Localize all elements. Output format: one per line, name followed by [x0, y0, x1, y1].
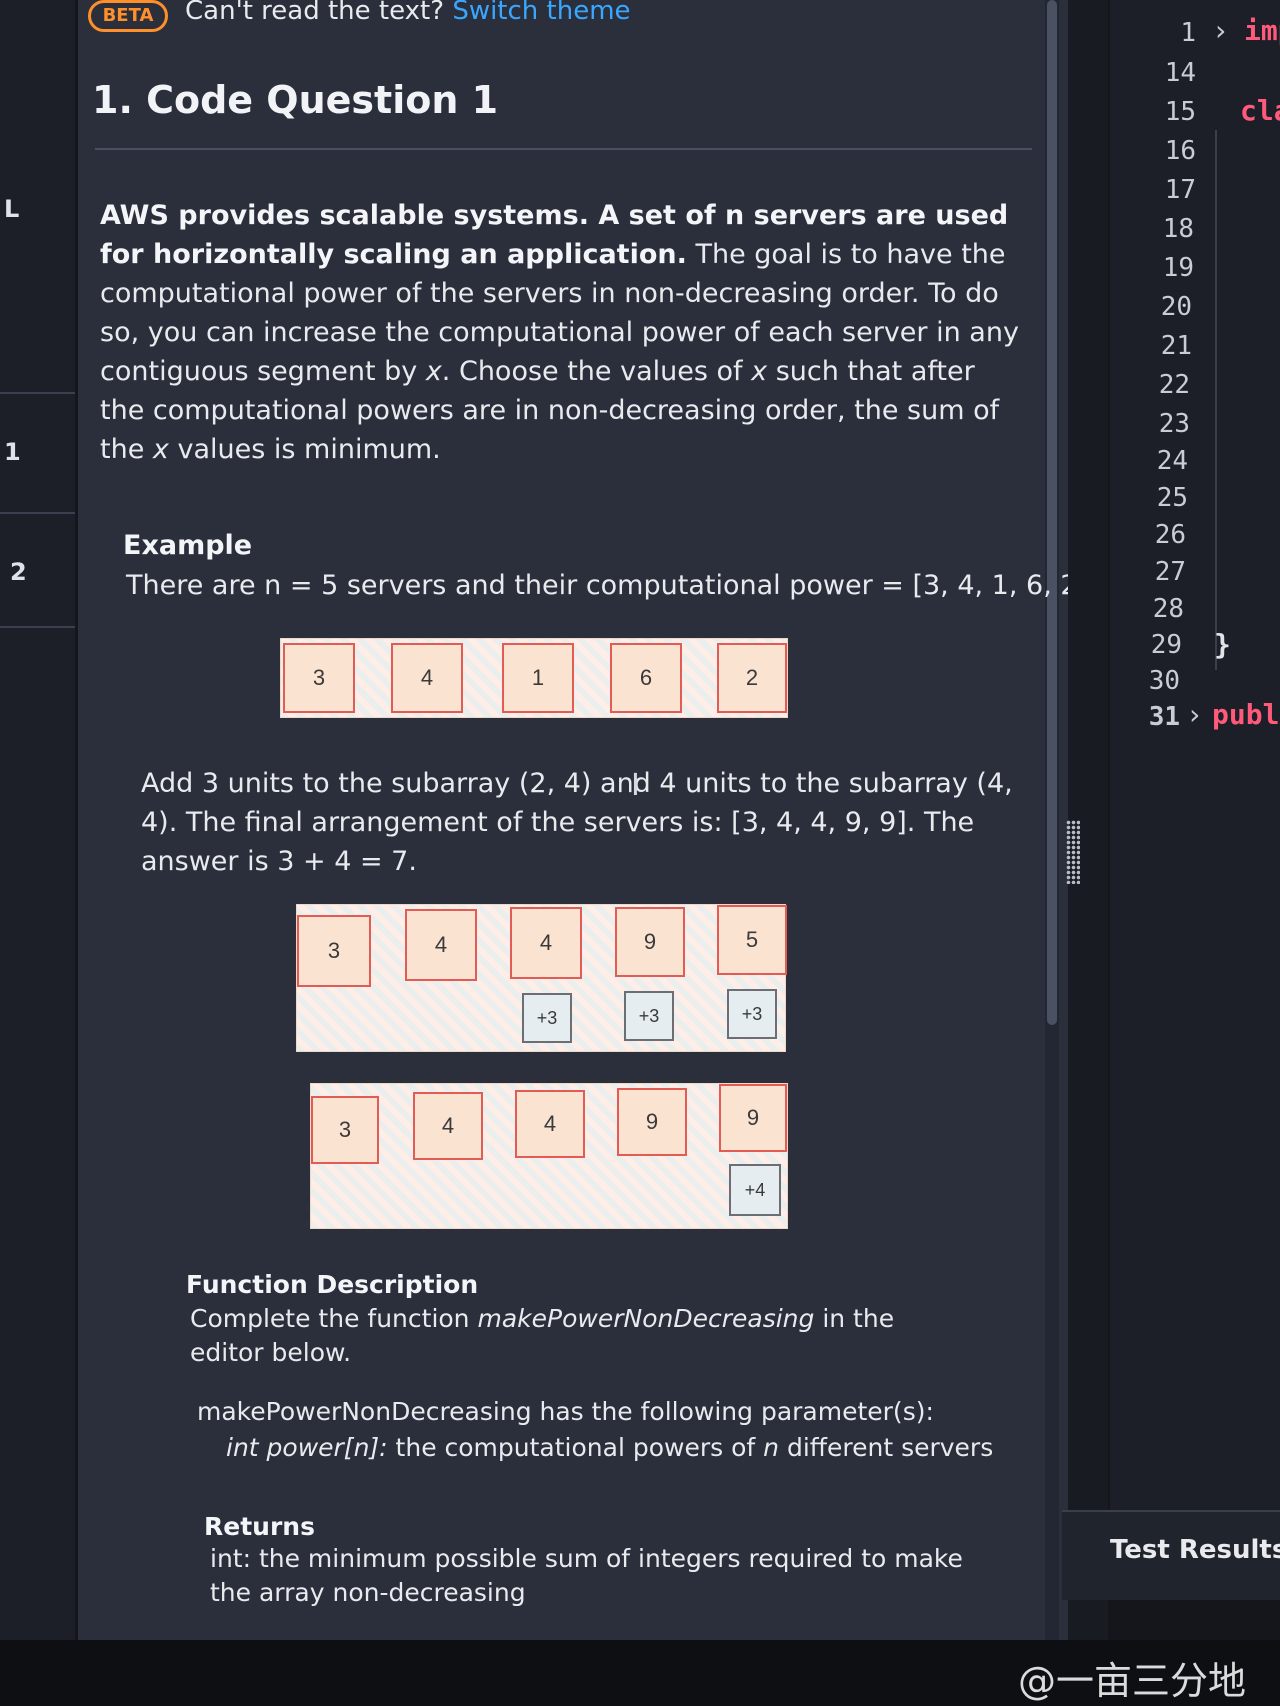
- line-number: 14: [1164, 58, 1196, 88]
- indent-guide: [1215, 130, 1217, 670]
- splitter-grip-handle[interactable]: [1066, 820, 1080, 884]
- array-cell: 4: [413, 1092, 483, 1160]
- array-cell: 4: [515, 1090, 585, 1158]
- variable-n: n: [763, 1433, 779, 1462]
- returns-text: int: the minimum possible sum of integer…: [210, 1544, 963, 1607]
- increment-cell: +4: [729, 1164, 781, 1216]
- increment-cell: +3: [727, 989, 777, 1039]
- line-number: 17: [1164, 175, 1196, 205]
- increment-cell: +3: [624, 991, 674, 1041]
- theme-banner-text: Can't read the text?: [185, 0, 445, 26]
- title-divider: [95, 148, 1032, 150]
- line-number: 24: [1156, 446, 1188, 476]
- code-token: publ: [1212, 698, 1280, 731]
- question-nav-item[interactable]: 1: [0, 438, 70, 466]
- line-number: 25: [1156, 483, 1188, 513]
- watermark: @一亩三分地: [1018, 1659, 1247, 1703]
- line-number: 31: [1148, 702, 1180, 732]
- variable-x: x: [425, 356, 442, 387]
- step2-diagram: 3 4 4 9 9 +4: [310, 1083, 788, 1229]
- question-intro: AWS provides scalable systems. A set of …: [100, 196, 1025, 469]
- example-heading: Example: [123, 530, 253, 561]
- array-cell: 3: [283, 643, 355, 713]
- question-title: 1. Code Question 1: [92, 78, 499, 122]
- array-cell: 4: [391, 643, 463, 713]
- step1-diagram: 3 4 4 9 5 +3 +3 +3: [296, 904, 787, 1052]
- line-number: 20: [1160, 292, 1192, 322]
- line-number: 30: [1148, 666, 1180, 696]
- explanation-text: Add 3 units to the subarray (2, 4) and 4…: [141, 768, 1013, 877]
- returns-heading: Returns: [204, 1512, 315, 1541]
- array-cell: 5: [717, 905, 787, 975]
- array-cell: 4: [405, 909, 477, 981]
- question-nav: L 1 2: [0, 0, 75, 1706]
- array-cell: 9: [617, 1088, 687, 1156]
- parameter-description: int power[n]: the computational powers o…: [226, 1428, 1046, 1467]
- parameters-line: makePowerNonDecreasing has the following…: [197, 1397, 934, 1426]
- array-cell: 4: [510, 907, 582, 979]
- question-nav-item[interactable]: 2: [0, 558, 70, 586]
- increment-cell: +3: [522, 993, 572, 1043]
- parameter-text: different servers: [779, 1433, 994, 1462]
- array-cell: 3: [297, 915, 371, 987]
- line-number: 27: [1154, 557, 1186, 587]
- text-cursor-icon: I: [631, 768, 640, 803]
- divider: [0, 512, 75, 514]
- code-token: }: [1214, 628, 1231, 661]
- initial-array-diagram: 3 4 1 6 2: [280, 638, 788, 718]
- problem-scrollbar-thumb[interactable]: [1047, 0, 1057, 1025]
- array-cell: 1: [502, 643, 574, 713]
- question-nav-item[interactable]: L: [0, 195, 70, 223]
- line-number: 16: [1164, 136, 1196, 166]
- function-description-text: Complete the function makePowerNonDecrea…: [190, 1302, 950, 1370]
- theme-banner: Can't read the text? Switch theme: [185, 0, 631, 26]
- line-number: 1: [1180, 18, 1196, 48]
- line-number: 19: [1162, 253, 1194, 283]
- line-number: 28: [1152, 594, 1184, 624]
- variable-x: x: [751, 356, 768, 387]
- array-cell: 9: [615, 907, 685, 977]
- parameter-name: int power[n]:: [226, 1433, 388, 1462]
- divider: [0, 392, 75, 394]
- divider: [0, 626, 75, 628]
- line-number: 21: [1160, 331, 1192, 361]
- line-number: 29: [1150, 630, 1182, 660]
- array-cell: 9: [719, 1084, 787, 1152]
- function-name: makePowerNonDecreasing: [477, 1304, 815, 1333]
- switch-theme-link[interactable]: Switch theme: [452, 0, 630, 26]
- parameter-text: the computational powers of: [387, 1433, 764, 1462]
- fold-chevron-icon[interactable]: ›: [1212, 14, 1229, 47]
- variable-x: x: [152, 434, 169, 465]
- example-text: There are n = 5 servers and their comput…: [126, 570, 1097, 601]
- line-number: 22: [1158, 370, 1190, 400]
- beta-badge: BETA: [88, 0, 168, 32]
- intro-text: . Choose the values of: [441, 356, 752, 387]
- line-number: 26: [1154, 520, 1186, 550]
- fold-chevron-icon[interactable]: ›: [1186, 698, 1203, 731]
- line-number: 23: [1158, 409, 1190, 439]
- array-cell: 6: [610, 643, 682, 713]
- array-cell: 2: [717, 643, 787, 713]
- code-token: cla: [1240, 94, 1280, 127]
- test-results-tab[interactable]: Test Results: [1110, 1535, 1280, 1565]
- intro-text: values is minimum.: [168, 434, 441, 465]
- function-text: Complete the function: [190, 1304, 478, 1333]
- line-number: 18: [1162, 214, 1194, 244]
- array-cell: 3: [311, 1096, 379, 1164]
- code-token: imp: [1244, 14, 1280, 47]
- function-description-heading: Function Description: [186, 1270, 479, 1299]
- line-number: 15: [1164, 97, 1196, 127]
